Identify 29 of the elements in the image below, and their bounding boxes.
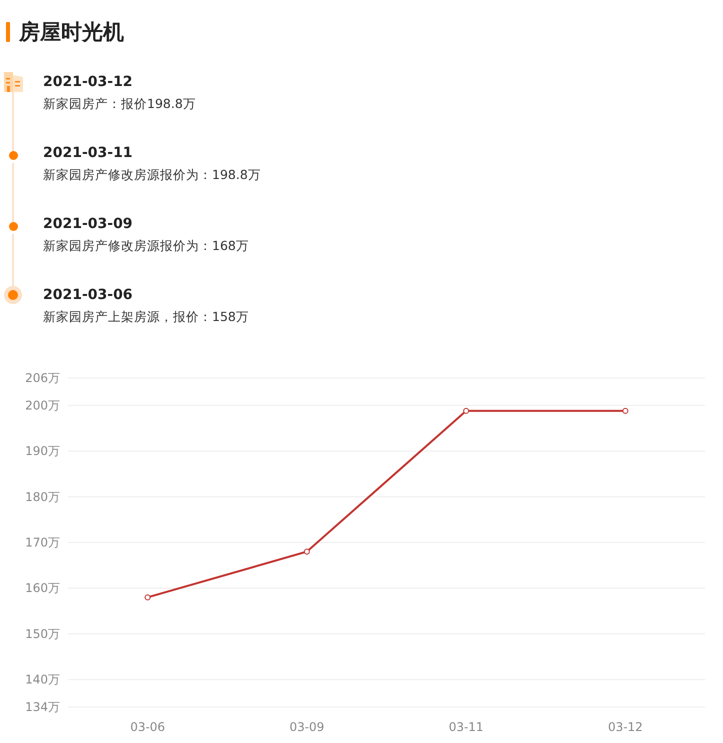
axis-label: 200万 (25, 398, 60, 412)
axis-label: 150万 (25, 626, 60, 641)
data-point (622, 408, 628, 414)
event-date: 2021-03-09 (43, 216, 134, 232)
axis-label: 170万 (25, 536, 60, 550)
axis-label: 03-12 (608, 720, 643, 734)
axis-label: 180万 (25, 490, 60, 504)
event-description: 新家园房产修改房源报价为：198.8万 (43, 167, 262, 184)
axis-label: 134万 (25, 700, 60, 714)
event-date: 2021-03-12 (43, 74, 134, 90)
data-point (304, 548, 310, 555)
event-description: 新家园房产：报价198.8万 (43, 96, 197, 113)
axis-label: 206万 (25, 371, 60, 385)
section-title: 房屋时光机 (19, 19, 124, 46)
event-description: 新家园房产修改房源报价为：168万 (43, 238, 250, 255)
title-accent (6, 22, 10, 42)
data-point (144, 594, 151, 600)
data-point (463, 408, 470, 414)
axis-label: 03-06 (130, 720, 166, 734)
timeline-dot (8, 151, 18, 160)
event-date: 2021-03-11 (43, 145, 134, 161)
axis-label: 160万 (25, 581, 60, 596)
axis-label: 190万 (25, 444, 60, 458)
event-description: 新家园房产上架房源，报价：158万 (43, 309, 250, 326)
timeline-dot (8, 222, 18, 231)
axis-label: 03-11 (448, 720, 484, 734)
axis-label: 03-09 (289, 720, 324, 734)
axis-label: 140万 (25, 672, 60, 687)
event-date: 2021-03-06 (43, 287, 134, 303)
